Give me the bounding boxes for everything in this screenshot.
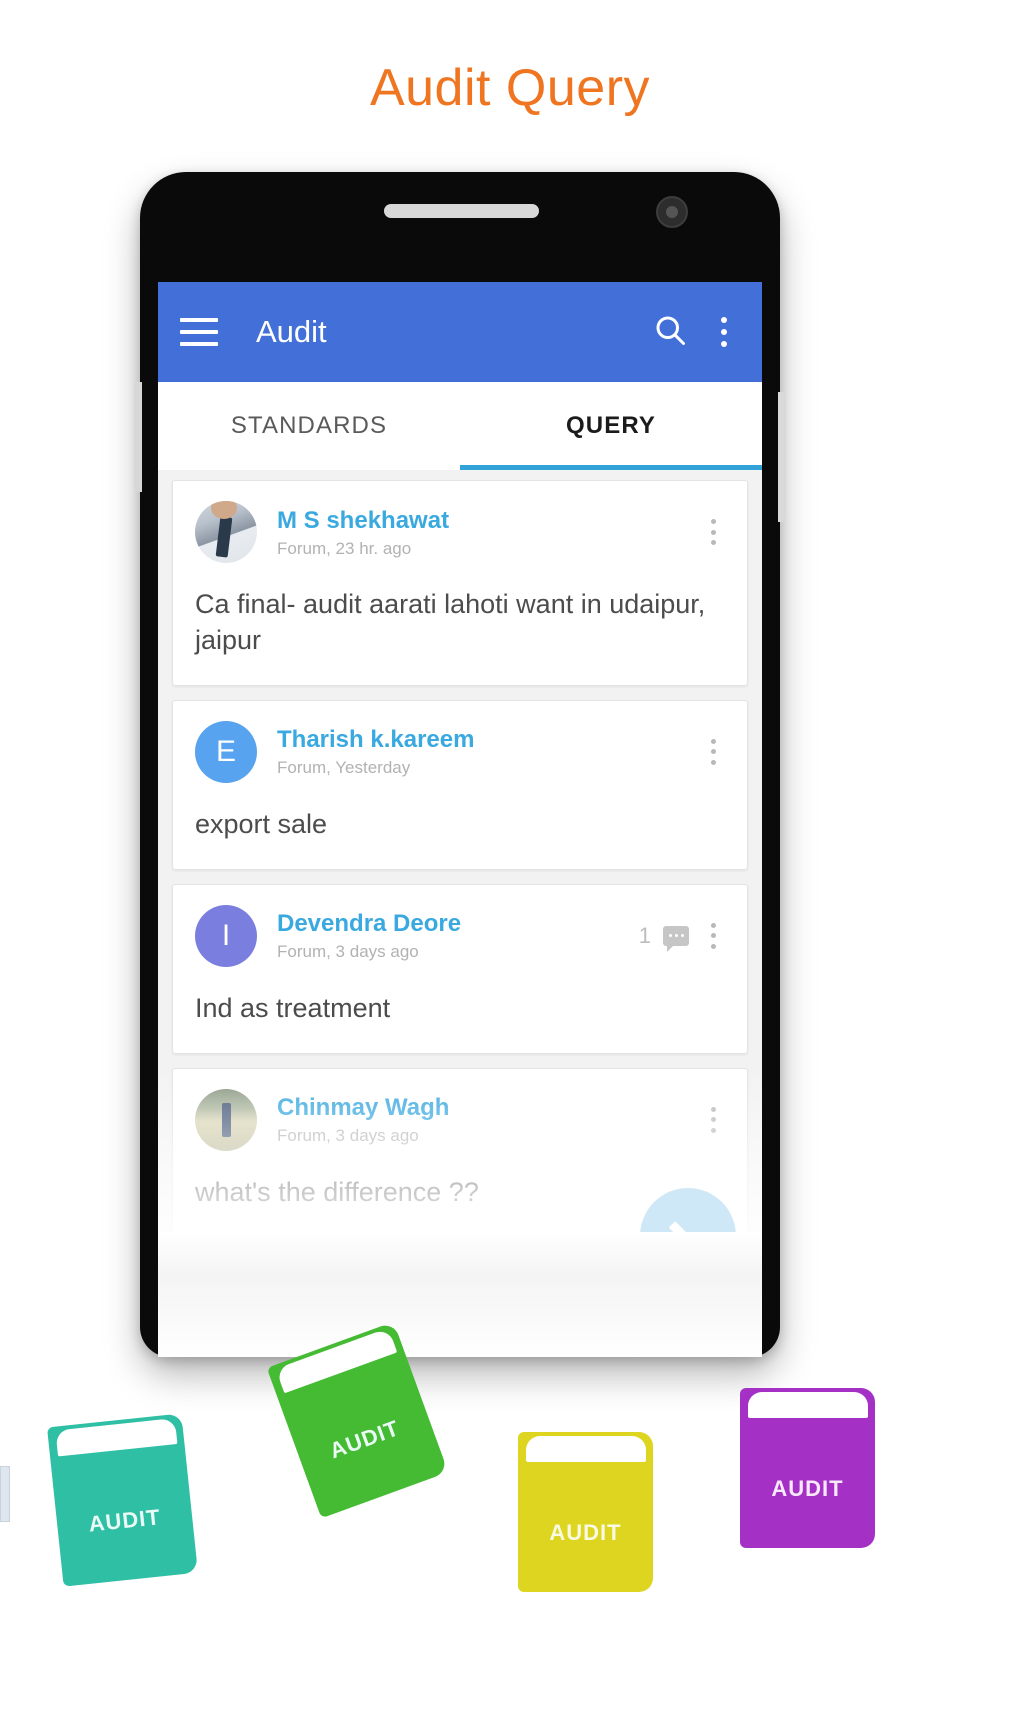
book-teal: AUDIT [47, 1413, 198, 1587]
post-actions [701, 517, 725, 547]
phone-mockup: Audit STANDARDS QUERY M S shekhawat Foru… [134, 172, 786, 1357]
list-item[interactable]: M S shekhawat Forum, 23 hr. ago Ca final… [172, 480, 748, 686]
overflow-menu-icon[interactable] [701, 737, 725, 767]
post-author[interactable]: Devendra Deore [277, 909, 639, 939]
post-author[interactable]: Chinmay Wagh [277, 1093, 701, 1123]
post-body: Ca final- audit aarati lahoti want in ud… [195, 589, 706, 655]
overflow-menu-icon[interactable] [708, 314, 740, 350]
book-purple: AUDIT [740, 1388, 875, 1548]
post-header: I Devendra Deore Forum, 3 days ago 1 [195, 904, 725, 967]
post-actions [701, 737, 725, 767]
post-header: E Tharish k.kareem Forum, Yesterday [195, 720, 725, 783]
book-label: AUDIT [771, 1476, 844, 1501]
comment-bubble-icon[interactable] [663, 925, 689, 952]
phone-top-bezel [140, 172, 780, 282]
post-subtitle: Forum, 23 hr. ago [277, 538, 412, 558]
post-author[interactable]: Tharish k.kareem [277, 725, 701, 755]
post-meta: Chinmay Wagh Forum, 3 days ago [277, 1093, 701, 1146]
post-subtitle: Forum, 3 days ago [277, 1126, 419, 1146]
phone-power-button [778, 392, 786, 522]
phone-volume-button [134, 382, 142, 492]
avatar [195, 501, 257, 563]
post-body: export sale [195, 808, 328, 839]
overflow-menu-icon[interactable] [701, 1105, 725, 1135]
book-pages [526, 1436, 646, 1462]
post-meta: M S shekhawat Forum, 23 hr. ago [277, 506, 701, 559]
comment-count: 1 [638, 922, 651, 948]
hamburger-menu-icon[interactable] [180, 318, 218, 346]
tab-query[interactable]: QUERY [460, 382, 762, 470]
overflow-menu-icon[interactable] [701, 921, 725, 951]
list-item[interactable]: E Tharish k.kareem Forum, Yesterday expo… [172, 699, 748, 870]
post-actions: 1 [638, 921, 725, 952]
post-author[interactable]: M S shekhawat [277, 506, 701, 536]
search-icon[interactable] [652, 312, 688, 353]
post-actions [701, 1105, 725, 1135]
avatar [195, 1088, 257, 1151]
app-bar-title: Audit [256, 314, 327, 349]
overflow-menu-icon[interactable] [701, 517, 725, 547]
page-title: Audit Query [369, 59, 651, 117]
tab-standards[interactable]: STANDARDS [158, 382, 460, 470]
phone-screen: Audit STANDARDS QUERY M S shekhawat Foru… [158, 282, 762, 1328]
post-body: what's the difference ?? [195, 1176, 479, 1207]
post-meta: Devendra Deore Forum, 3 days ago [277, 909, 639, 962]
post-header: Chinmay Wagh Forum, 3 days ago [195, 1088, 725, 1151]
promo-screenshot-page: Audit Query Audit STANDARDS QUERY M S sh… [0, 0, 1020, 1729]
avatar: E [195, 720, 257, 783]
list-item[interactable]: I Devendra Deore Forum, 3 days ago 1 Ind… [172, 883, 748, 1054]
book-green: AUDIT [266, 1321, 449, 1519]
book-pages [748, 1392, 868, 1418]
query-feed-list[interactable]: M S shekhawat Forum, 23 hr. ago Ca final… [158, 470, 762, 1328]
book-yellow: AUDIT [518, 1432, 653, 1592]
app-bar: Audit [158, 282, 762, 382]
earpiece-speaker [384, 204, 539, 218]
post-body: Ind as treatment [195, 992, 391, 1023]
front-camera-icon [656, 196, 688, 228]
decorative-books-row: AUDIT AUDIT AUDIT AUDIT [0, 1321, 1020, 1729]
post-subtitle: Forum, Yesterday [277, 758, 411, 778]
avatar: I [195, 904, 257, 967]
tab-bar: STANDARDS QUERY [158, 382, 762, 470]
post-subtitle: Forum, 3 days ago [277, 942, 419, 962]
post-header: M S shekhawat Forum, 23 hr. ago [195, 501, 725, 563]
book-label: AUDIT [549, 1520, 622, 1545]
post-meta: Tharish k.kareem Forum, Yesterday [277, 725, 701, 778]
phone-bottom-bezel [158, 1232, 762, 1357]
